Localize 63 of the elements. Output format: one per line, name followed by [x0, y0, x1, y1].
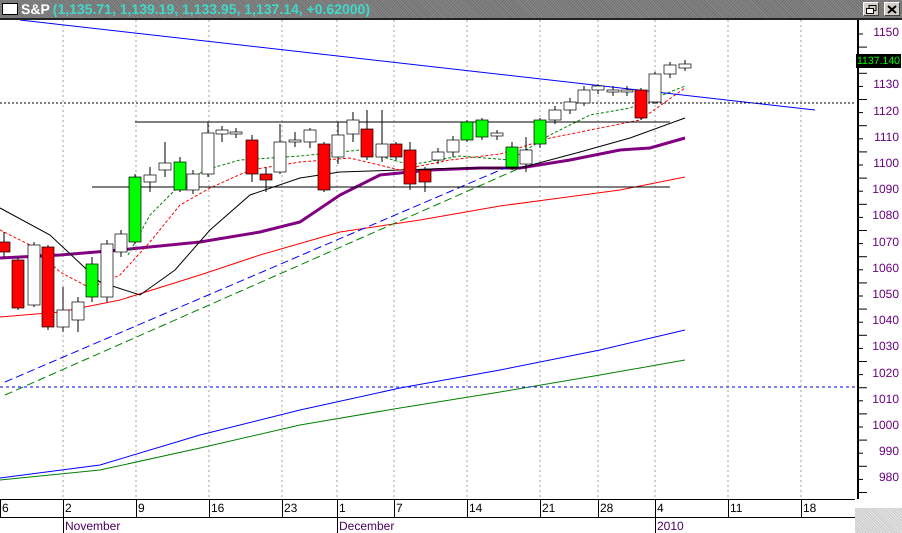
candlestick	[534, 118, 546, 148]
date-label: 4	[655, 500, 664, 517]
corner-box	[855, 508, 902, 533]
date-label: 28	[598, 500, 614, 517]
candlestick	[460, 120, 474, 142]
price-label: 1030	[872, 339, 899, 354]
price-label: 1080	[872, 208, 899, 222]
candlestick	[56, 286, 70, 332]
date-label: 21	[540, 500, 556, 517]
month-label: December	[337, 518, 394, 533]
candlestick	[606, 86, 620, 96]
candlestick	[28, 242, 40, 308]
price-label: 1110	[874, 130, 899, 144]
date-label: 14	[467, 500, 482, 517]
date-label: 9	[136, 500, 145, 517]
date-label: 16	[209, 500, 224, 517]
price-label: 1050	[872, 287, 899, 301]
close-button[interactable]	[884, 2, 900, 16]
candlestick	[564, 98, 576, 114]
price-label: 1020	[872, 366, 899, 380]
date-label: 18	[801, 500, 816, 517]
candlestick	[432, 148, 444, 164]
candlestick	[678, 60, 692, 72]
date-label: 7	[394, 500, 403, 517]
price-label: 990	[878, 444, 899, 458]
price-label: 1010	[872, 392, 899, 406]
candlestick	[476, 118, 488, 140]
month-label: November	[63, 518, 120, 533]
price-label: 1150	[873, 25, 899, 39]
date-label: 11	[728, 500, 742, 517]
candlestick	[506, 142, 518, 170]
last-price-label: 1137.140	[856, 54, 902, 68]
price-label: 1060	[872, 260, 899, 275]
candlestick	[648, 72, 662, 104]
candlestick	[446, 136, 460, 158]
candlestick	[418, 166, 432, 192]
price-label: 1100	[873, 156, 899, 170]
price-label: 980	[878, 470, 899, 484]
candlestick	[490, 130, 504, 140]
window-title: S&P	[21, 1, 50, 17]
candlestick	[86, 256, 98, 302]
price-label: 1130	[873, 77, 899, 92]
quote-values: (1,135.71, 1,139.19, 1,133.95, 1,137.14, +0.62000)	[52, 1, 370, 17]
price-label: 1120	[873, 104, 899, 118]
price-label: 1000	[872, 418, 899, 432]
candlestick	[72, 296, 84, 332]
date-label: 6	[0, 500, 9, 517]
candlestick	[548, 106, 562, 124]
candlestick	[520, 136, 532, 172]
date-label: 23	[282, 500, 298, 517]
restore-button[interactable]	[863, 2, 879, 16]
candlestick	[288, 132, 302, 148]
candlestick	[664, 62, 676, 78]
month-label: 2010	[655, 518, 684, 533]
price-label: 1090	[872, 182, 899, 196]
price-label: 1040	[872, 313, 899, 328]
date-label: 2	[63, 500, 72, 517]
price-label: 1070	[872, 234, 899, 249]
candlestick	[158, 142, 172, 178]
window-icon	[2, 3, 18, 15]
candlestick	[332, 122, 344, 164]
candlestick	[144, 166, 156, 192]
date-label: 1	[337, 500, 346, 517]
